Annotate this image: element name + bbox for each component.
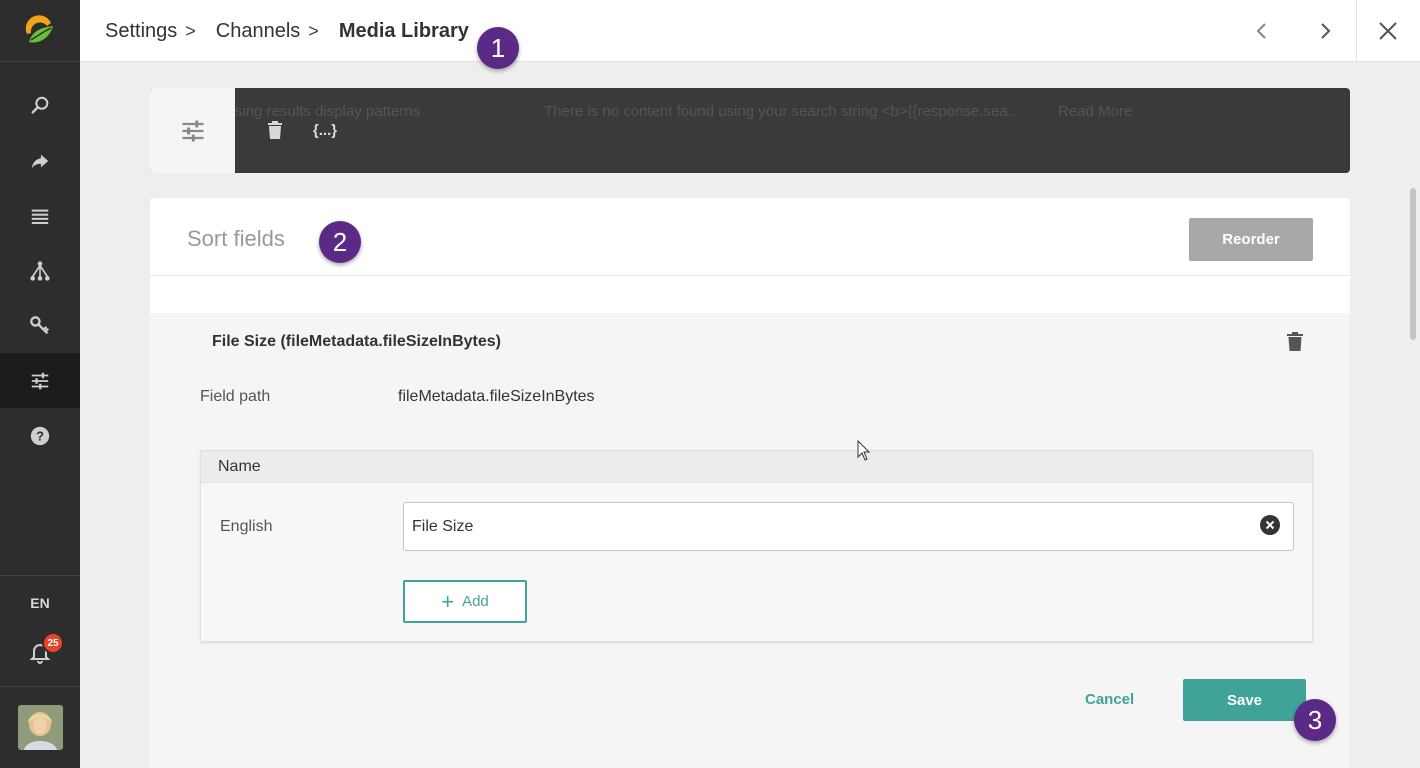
close-icon bbox=[1379, 22, 1397, 40]
trash-icon bbox=[1287, 332, 1303, 351]
search-icon bbox=[31, 96, 49, 114]
name-section-header: Name bbox=[201, 451, 1312, 483]
code-button[interactable]: {...} bbox=[310, 118, 340, 142]
share-icon bbox=[31, 154, 49, 168]
language-label: English bbox=[220, 518, 273, 535]
add-button-label: Add bbox=[462, 593, 489, 610]
user-avatar-image bbox=[18, 705, 63, 750]
avatar[interactable] bbox=[18, 705, 63, 750]
cancel-button[interactable]: Cancel bbox=[1085, 691, 1134, 708]
app-logo[interactable] bbox=[0, 0, 80, 62]
sidebar-item-hierarchy[interactable] bbox=[0, 243, 80, 298]
sidebar-divider bbox=[0, 686, 80, 687]
step-marker-2: 2 bbox=[319, 221, 361, 263]
sort-fields-card: Sort fields Reorder File Size (fileMetad… bbox=[150, 198, 1350, 768]
save-button[interactable]: Save bbox=[1183, 679, 1306, 721]
breadcrumb-settings[interactable]: Settings bbox=[105, 20, 177, 43]
svg-text:?: ? bbox=[36, 428, 44, 443]
top-bar: Settings > Channels > Media Library bbox=[80, 0, 1420, 62]
language-switch[interactable]: EN bbox=[0, 590, 80, 616]
logo-icon bbox=[25, 14, 53, 42]
section-title: Sort fields bbox=[187, 226, 285, 251]
sidebar-item-help[interactable]: ? bbox=[0, 408, 80, 463]
sort-field-title: File Size (fileMetadata.fileSizeInBytes) bbox=[212, 333, 501, 350]
breadcrumb-separator: > bbox=[185, 20, 196, 41]
ghost-text-right: There is no content found using your sea… bbox=[544, 103, 1021, 120]
field-path-value: fileMetadata.fileSizeInBytes bbox=[398, 388, 595, 405]
key-icon bbox=[30, 315, 50, 334]
next-button[interactable] bbox=[1311, 17, 1339, 45]
clear-input-button[interactable] bbox=[1260, 515, 1280, 535]
add-language-button[interactable]: + Add bbox=[403, 580, 527, 623]
sidebar-item-key[interactable] bbox=[0, 298, 80, 353]
chevron-right-icon bbox=[1321, 23, 1331, 39]
sidebar-divider bbox=[0, 575, 80, 576]
step-marker-1: 1 bbox=[477, 27, 519, 69]
sidebar-item-search[interactable] bbox=[0, 78, 80, 133]
hierarchy-icon bbox=[30, 260, 50, 281]
sliders-icon bbox=[182, 120, 203, 141]
close-button[interactable] bbox=[1374, 17, 1402, 45]
sidebar-item-settings[interactable] bbox=[0, 353, 80, 408]
previous-button[interactable] bbox=[1248, 17, 1276, 45]
close-icon bbox=[1265, 520, 1275, 530]
breadcrumb-current: Media Library bbox=[338, 19, 469, 42]
sliders-icon bbox=[31, 372, 49, 389]
name-english-input[interactable] bbox=[403, 502, 1294, 551]
card-divider bbox=[150, 275, 1350, 276]
trash-icon bbox=[268, 121, 282, 139]
breadcrumb-channels[interactable]: Channels bbox=[216, 20, 301, 43]
page-scrollbar[interactable] bbox=[1410, 188, 1416, 340]
topbar-divider bbox=[1356, 0, 1357, 62]
field-path-label: Field path bbox=[200, 388, 271, 405]
floating-toolbar: sing results display patterns There is n… bbox=[150, 88, 1350, 173]
delete-sort-field-button[interactable] bbox=[1287, 332, 1307, 354]
delete-button[interactable] bbox=[264, 118, 286, 142]
breadcrumb: Settings > Channels > Media Library bbox=[105, 0, 477, 62]
breadcrumb-separator: > bbox=[308, 20, 319, 41]
chevron-left-icon bbox=[1256, 23, 1266, 39]
sidebar-item-list[interactable] bbox=[0, 188, 80, 243]
mouse-cursor-icon bbox=[857, 440, 871, 461]
sort-field-item: File Size (fileMetadata.fileSizeInBytes)… bbox=[150, 313, 1350, 768]
sidebar: ? EN 25 bbox=[0, 0, 80, 768]
list-icon bbox=[31, 209, 49, 224]
name-section: Name English + Add bbox=[200, 450, 1313, 642]
ghost-link: Read More bbox=[1058, 103, 1133, 120]
plus-icon: + bbox=[441, 588, 455, 614]
help-icon: ? bbox=[30, 426, 50, 445]
filter-settings-button[interactable] bbox=[150, 88, 235, 173]
reorder-button[interactable]: Reorder bbox=[1189, 218, 1313, 261]
step-marker-3: 3 bbox=[1294, 699, 1336, 741]
notification-badge: 25 bbox=[42, 632, 64, 654]
sidebar-item-share[interactable] bbox=[0, 133, 80, 188]
